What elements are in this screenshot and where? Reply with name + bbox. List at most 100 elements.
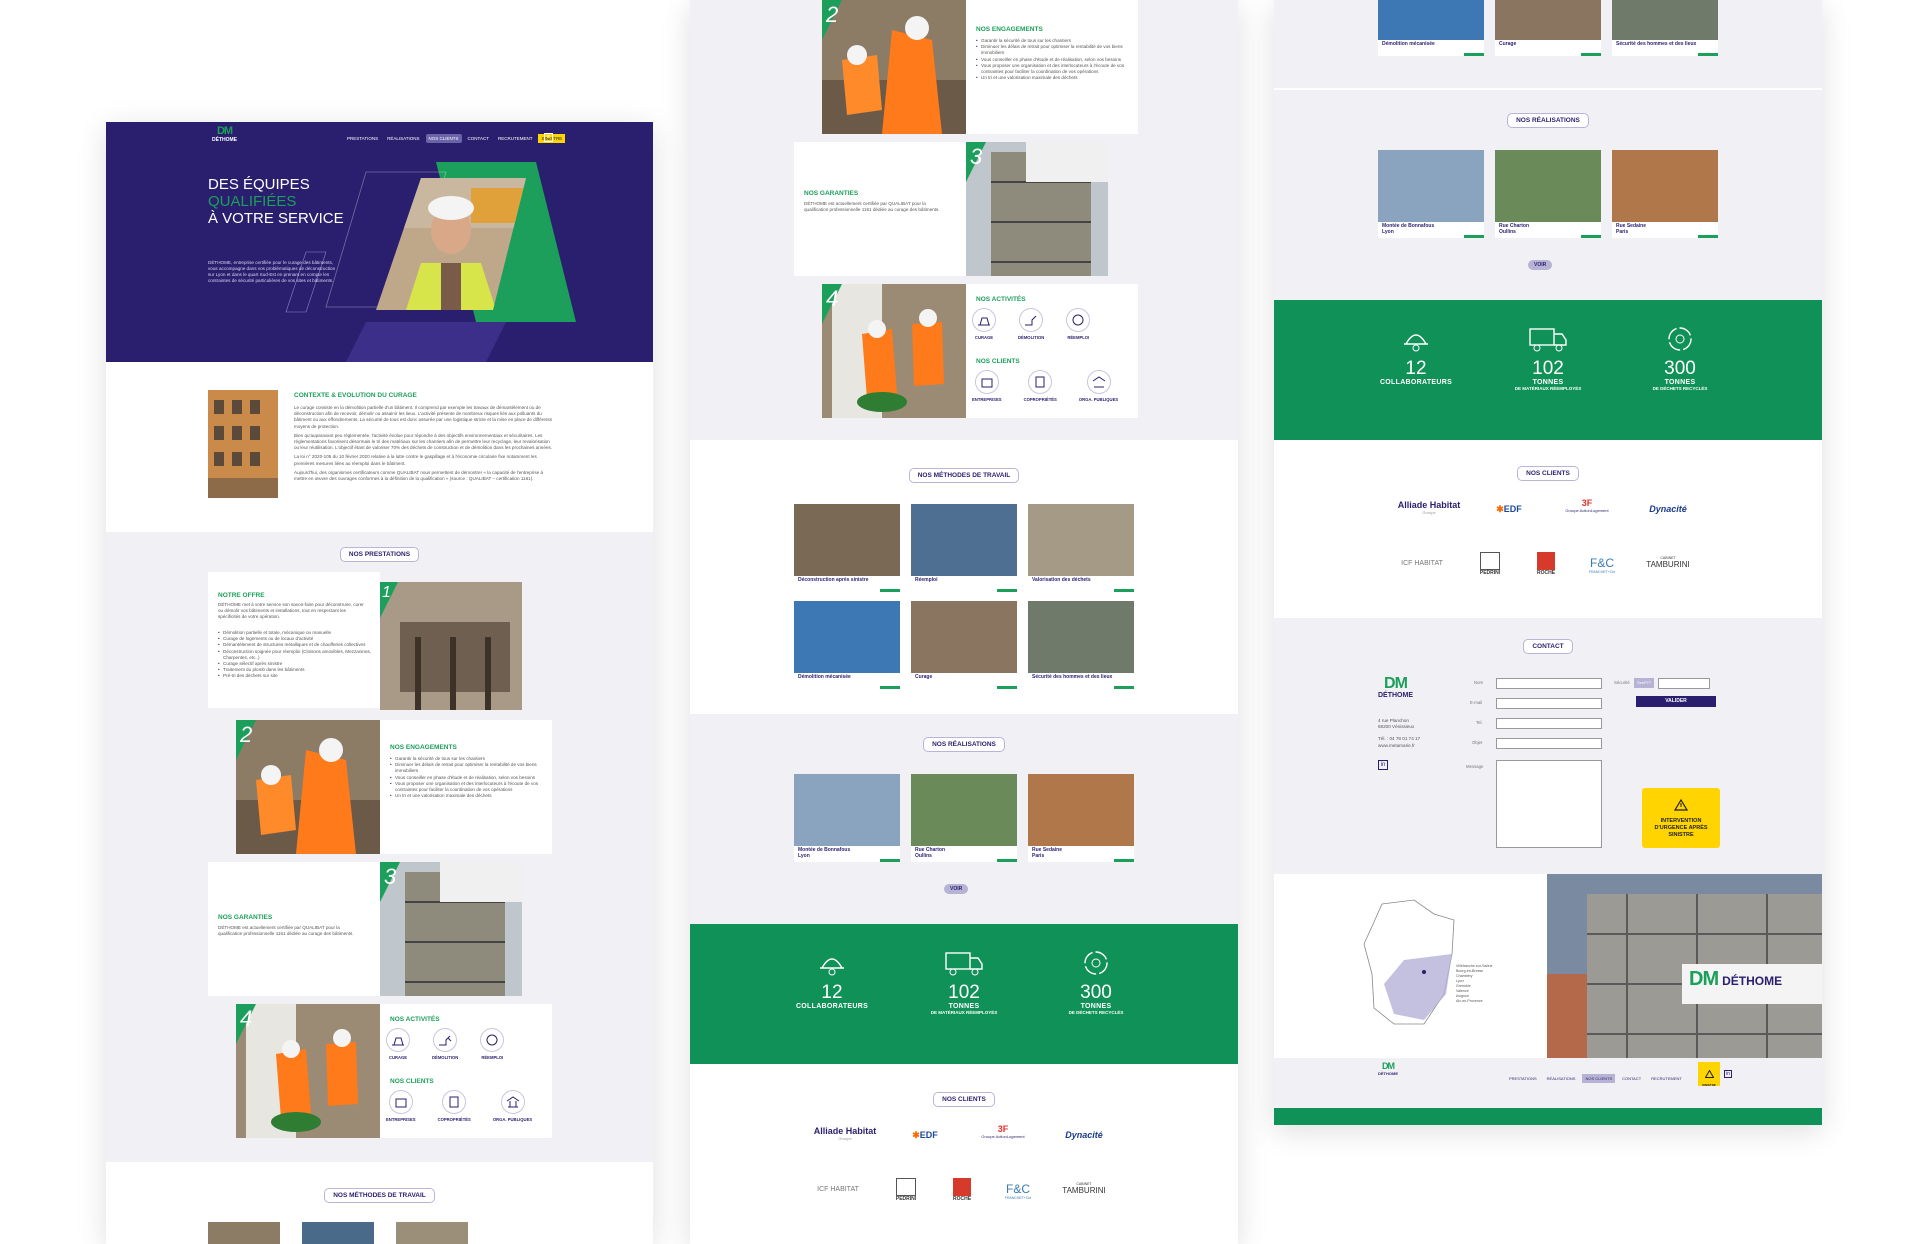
logo-tamburini: CABINET TAMBURINI <box>1646 556 1690 569</box>
logo-icf: ICF HABITAT <box>1401 560 1443 567</box>
clients-heading: NOS CLIENTS <box>690 1088 1238 1107</box>
context-title: CONTEXTE & EVOLUTION DU CURAGE <box>294 392 417 399</box>
logo-fc: F&C FRANCHET+Cie <box>1004 1182 1032 1200</box>
contact-address: 4 rue Planchon 69200 Vénissieux Tél. : 04… <box>1378 718 1421 748</box>
realisation-bonnafous-c3[interactable]: Montée de Bonnafous Lyon <box>1378 150 1484 240</box>
method-curage[interactable]: Curage <box>911 601 1017 691</box>
urgence-button[interactable]: INTERVENTION D'URGENCE APRÈS SINISTRE <box>1642 788 1720 848</box>
reemploi-icon <box>1066 308 1091 332</box>
captcha-image: SzeP77 <box>1634 678 1654 688</box>
activites-icons: Curage Démolition Réemploi <box>386 1028 505 1060</box>
nav-realisations[interactable]: Réalisations <box>384 134 422 143</box>
truck-icon <box>1529 328 1567 352</box>
logo-roche: ROCHE <box>1526 552 1566 576</box>
activites-photo-c2: 4 <box>822 284 966 418</box>
logo-tamburini: CABINET TAMBURINI <box>1062 1182 1106 1195</box>
nav-prestations[interactable]: Prestations <box>344 134 381 143</box>
methodes-section-start <box>106 1162 653 1244</box>
footer-nav-realisations[interactable]: Réalisations <box>1544 1074 1579 1083</box>
offer-list: Démolition partielle et totale, mécaniqu… <box>218 630 373 680</box>
logo-3f: 3F Groupe ActionLogement <box>1565 498 1609 513</box>
clients-heading-c3: NOS CLIENTS <box>1274 462 1822 481</box>
truck-icon <box>945 952 983 976</box>
entreprises-icon <box>974 370 999 394</box>
method-reemploi[interactable]: Réemploi <box>911 504 1017 594</box>
curage-icon <box>386 1028 410 1052</box>
stat-reemployes: 102 TONNES DE MATÉRIAUX RÉEMPLOYÉS <box>914 948 1014 1015</box>
label-nom: Nom <box>1474 680 1484 685</box>
realisation-charton[interactable]: Rue Charton Oullins <box>911 774 1017 864</box>
garanties-card-c2: NOS GARANTIES DÉTHOME est actuellement c… <box>794 142 966 276</box>
stat-reemployes-c3: 102 TONNES DE MATÉRIAUX RÉEMPLOYÉS <box>1498 324 1598 391</box>
garanties-photo: 3 <box>380 862 522 996</box>
email-input[interactable] <box>1496 698 1602 709</box>
context-building-photo <box>208 390 278 498</box>
warning-icon <box>1673 798 1689 811</box>
footer-nav-recrutement[interactable]: Recrutement <box>1648 1074 1685 1083</box>
method-securite-c3[interactable]: Sécurité des hommes et des lieux <box>1612 0 1718 58</box>
method-securite[interactable]: Sécurité des hommes et des lieux <box>1028 601 1134 691</box>
method-demolition[interactable]: Démolition mécanisée <box>794 601 900 691</box>
method-thumb-1 <box>208 1222 280 1244</box>
demolition-icon <box>433 1028 458 1052</box>
nav-contact[interactable]: Contact <box>465 134 492 143</box>
garanties-photo-c2: 3 <box>966 142 1108 276</box>
method-valorisation[interactable]: Valorisation des déchets <box>1028 504 1134 594</box>
orga-publiques-icon <box>500 1090 525 1114</box>
tel-input[interactable] <box>1496 718 1602 729</box>
logo-icf: ICF HABITAT <box>817 1186 859 1193</box>
footer-bar <box>1274 1108 1822 1125</box>
footer-nav-clients[interactable]: Nos clients <box>1582 1074 1616 1083</box>
logo[interactable]: DM DÉTHOME <box>212 126 237 144</box>
france-map <box>1363 899 1455 1025</box>
objet-input[interactable] <box>1496 738 1602 749</box>
logo-roche: ROCHE <box>942 1178 982 1202</box>
nav-recrutement[interactable]: Recrutement <box>495 134 536 143</box>
helmet-icon <box>820 958 844 976</box>
realisation-sedaine-c3[interactable]: Rue Sedaine Paris <box>1612 150 1718 240</box>
linkedin-icon[interactable]: in <box>1378 760 1388 770</box>
realisation-bonnafous[interactable]: Montée de Bonnafous Lyon <box>794 774 900 864</box>
stat-recycles: 300 TONNES DE DÉCHETS RECYCLÉS <box>1046 948 1146 1015</box>
method-curage-c3[interactable]: Curage <box>1495 0 1601 58</box>
method-deconstruction[interactable]: Déconstruction après sinistre <box>794 504 900 594</box>
captcha-input[interactable] <box>1658 678 1710 689</box>
realisation-sedaine[interactable]: Rue Sedaine Paris <box>1028 774 1134 864</box>
scaffold-banner-logo: DM DÉTHOME <box>1689 968 1783 990</box>
demolition-icon <box>1019 308 1044 332</box>
page-preview-home: DM DÉTHOME Prestations Réalisations Nos … <box>106 122 653 1244</box>
offer-card: NOTRE OFFRE DÉTHOME met à votre service … <box>208 572 380 708</box>
engagement-photo: 2 <box>236 720 380 854</box>
nav-clients[interactable]: Nos clients <box>425 134 462 143</box>
message-textarea[interactable] <box>1496 760 1602 848</box>
method-thumb-2 <box>302 1222 374 1244</box>
garanties-card: NOS GARANTIES DÉTHOME est actuellement c… <box>208 862 380 996</box>
voir-button[interactable]: VOIR <box>944 884 969 894</box>
voir-button-c3[interactable]: VOIR <box>1528 260 1553 270</box>
linkedin-icon[interactable]: in <box>544 133 553 142</box>
footer-nav-prestations[interactable]: Prestations <box>1506 1074 1540 1083</box>
activites-photo: 4 <box>236 1004 380 1138</box>
method-demolition-c3[interactable]: Démolition mécanisée <box>1378 0 1484 58</box>
nom-input[interactable] <box>1496 678 1602 689</box>
footer-nav-contact[interactable]: Contact <box>1619 1074 1644 1083</box>
nav-links: Prestations Réalisations Nos clients Con… <box>344 134 566 143</box>
logo-edf: ✱EDF <box>1496 504 1522 514</box>
contact-heading: CONTACT <box>1274 635 1822 654</box>
valider-button[interactable]: VALIDER <box>1636 696 1716 707</box>
offer-photo: 1 <box>380 582 522 710</box>
hero-title: DES ÉQUIPES QUALIFIÉES À VOTRE SERVICE <box>208 176 344 227</box>
stats-banner-c3: 12 COLLABORATEURS 102 TONNES DE MATÉRIAUX R… <box>1274 300 1822 440</box>
methodes-heading: NOS MÉTHODES DE TRAVAIL <box>690 464 1238 483</box>
footer-linkedin-icon[interactable]: in <box>1724 1070 1732 1078</box>
stat-recycles-c3: 300 TONNES DE DÉCHETS RECYCLÉS <box>1630 324 1730 391</box>
map-city-list: Villefranche-sur-Saône Bourg-en-Bresse Cha… <box>1456 964 1493 1003</box>
footer-logo[interactable]: DM DÉTHOME <box>1378 1062 1398 1077</box>
logo-alliade: Alliade Habitat Groupe <box>1397 500 1461 515</box>
footer-nav: Prestations Réalisations Nos clients Con… <box>1506 1074 1685 1083</box>
logo-dynacite: Dynacité <box>1065 1130 1103 1140</box>
warning-icon <box>1704 1069 1714 1078</box>
methodes-heading-c1: NOS MÉTHODES DE TRAVAIL <box>106 1184 653 1203</box>
footer-sinistre-button[interactable]: Sinistre <box>1698 1062 1720 1087</box>
realisation-charton-c3[interactable]: Rue Charton Oullins <box>1495 150 1601 240</box>
